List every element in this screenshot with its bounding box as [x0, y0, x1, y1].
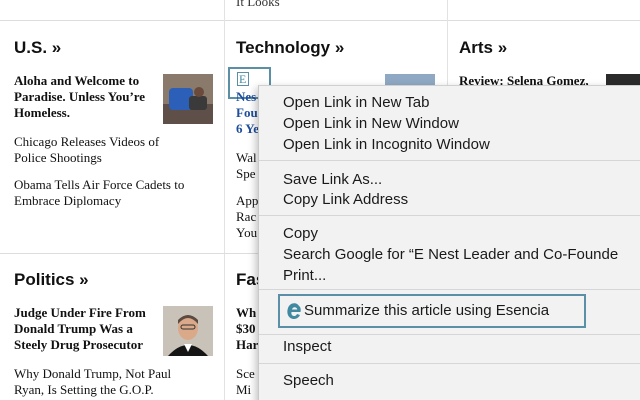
story-headline-selected[interactable]: 6 Ye — [236, 121, 259, 137]
menu-item-inspect[interactable]: Inspect — [283, 337, 331, 357]
menu-item-print[interactable]: Print... — [283, 266, 326, 286]
story-headline[interactable]: Spe — [236, 166, 256, 182]
section-title-arts[interactable]: Arts » — [459, 38, 507, 58]
section-arts: Arts » — [459, 38, 507, 58]
story-headline[interactable]: Rac — [236, 209, 256, 225]
esencia-logo-icon — [287, 303, 301, 319]
menu-separator — [259, 334, 640, 335]
story-headline[interactable]: Homeless. — [14, 105, 70, 121]
story-headline[interactable]: Judge Under Fire From — [14, 305, 146, 321]
column-divider — [224, 0, 225, 400]
section-technology: Technology » — [236, 38, 344, 58]
menu-item-summarize-label: Summarize this article using Esencia — [304, 302, 550, 319]
menu-separator — [259, 160, 640, 161]
top-divider — [0, 20, 640, 21]
menu-item-search-google[interactable]: Search Google for “E Nest Leader and Co-… — [283, 245, 618, 265]
esencia-inline-icon[interactable]: E — [237, 72, 249, 86]
story-headline-selected[interactable]: Nes — [236, 89, 256, 105]
menu-item-copy[interactable]: Copy — [283, 224, 318, 244]
story-headline[interactable]: Embrace Diplomacy — [14, 193, 121, 209]
menu-separator — [259, 215, 640, 216]
story-thumbnail-homeless[interactable] — [163, 74, 213, 124]
story-headline[interactable]: Har — [236, 337, 258, 353]
menu-item-summarize-esencia[interactable]: Summarize this article using Esencia — [278, 294, 586, 328]
menu-separator — [259, 363, 640, 364]
story-headline[interactable]: $30 — [236, 321, 256, 337]
story-headline[interactable]: Sce — [236, 366, 255, 382]
menu-item-open-incognito[interactable]: Open Link in Incognito Window — [283, 135, 490, 155]
menu-item-speech[interactable]: Speech — [283, 371, 334, 391]
svg-text:E: E — [239, 72, 246, 86]
story-headline[interactable]: Aloha and Welcome to — [14, 73, 139, 89]
story-headline[interactable]: Obama Tells Air Force Cadets to — [14, 177, 184, 193]
news-page: It Looks U.S. » Aloha and Welcome to Par… — [0, 0, 640, 400]
menu-item-open-new-window[interactable]: Open Link in New Window — [283, 114, 459, 134]
story-headline[interactable]: Steely Drug Prosecutor — [14, 337, 143, 353]
story-headline[interactable]: Paradise. Unless You’re — [14, 89, 145, 105]
section-us: U.S. » — [14, 38, 61, 58]
menu-item-save-link[interactable]: Save Link As... — [283, 170, 382, 190]
story-headline[interactable]: Wal — [236, 150, 257, 166]
story-headline[interactable]: Ryan, Is Setting the G.O.P. — [14, 382, 154, 398]
menu-item-open-new-tab[interactable]: Open Link in New Tab — [283, 93, 429, 113]
section-politics: Politics » — [14, 270, 89, 290]
story-headline[interactable]: Donald Trump Was a — [14, 321, 133, 337]
story-headline[interactable]: App — [236, 193, 258, 209]
top-story-fragment[interactable]: It Looks — [236, 0, 280, 10]
story-headline[interactable]: Mi — [236, 382, 251, 398]
story-headline[interactable]: You — [236, 225, 257, 241]
story-headline[interactable]: Chicago Releases Videos of — [14, 134, 159, 150]
section-title-technology[interactable]: Technology » — [236, 38, 344, 58]
menu-item-copy-link[interactable]: Copy Link Address — [283, 190, 408, 210]
section-title-us[interactable]: U.S. » — [14, 38, 61, 58]
menu-separator — [259, 289, 640, 290]
context-menu: Open Link in New Tab Open Link in New Wi… — [258, 85, 640, 400]
section-title-politics[interactable]: Politics » — [14, 270, 89, 290]
story-headline[interactable]: Wh — [236, 305, 256, 321]
story-thumbnail-judge[interactable] — [163, 306, 213, 356]
story-headline[interactable]: Why Donald Trump, Not Paul — [14, 366, 171, 382]
story-headline-selected[interactable]: Fou — [236, 105, 258, 121]
story-headline[interactable]: Police Shootings — [14, 150, 102, 166]
